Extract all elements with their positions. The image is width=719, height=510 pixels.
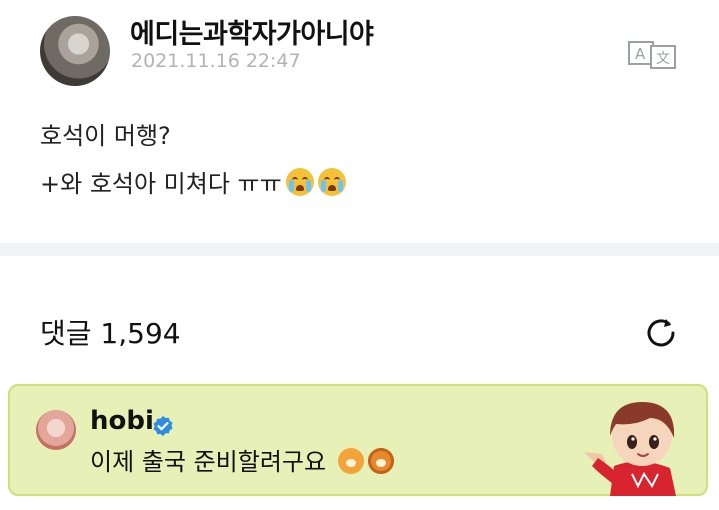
post-line-2: +와 호석아 미쳐다 ㅠㅠ — [40, 160, 346, 208]
tiger-emoji-icon — [337, 448, 364, 474]
crying-emoji-icon — [285, 168, 314, 196]
author-name[interactable]: 에디는과학자가아니야 — [130, 12, 374, 51]
translate-icon[interactable]: A 文 — [627, 38, 677, 70]
banner-message: 이제 출국 준비할려구요 — [90, 442, 394, 477]
star-comment-banner[interactable]: hobi 이제 출국 준비할려구요 — [8, 384, 708, 496]
post-body: 호석이 머행? +와 호석아 미쳐다 ㅠㅠ — [40, 112, 346, 208]
post-line-1: 호석이 머행? — [40, 122, 171, 150]
hobi-avatar[interactable] — [36, 410, 76, 450]
post-timestamp: 2021.11.16 22:47 — [131, 50, 301, 72]
author-avatar[interactable] — [40, 16, 110, 86]
verified-badge-icon — [153, 416, 173, 436]
section-divider — [0, 243, 719, 256]
crying-emoji-icon — [317, 168, 346, 196]
comments-count: 댓글 1,594 — [40, 317, 181, 350]
banner-message-text: 이제 출국 준비할려구요 — [90, 448, 327, 476]
svg-text:文: 文 — [656, 51, 670, 67]
post-line-2-text: +와 호석아 미쳐다 ㅠㅠ — [40, 170, 282, 198]
character-illustration-icon — [584, 402, 676, 496]
hobi-name[interactable]: hobi — [90, 406, 154, 436]
lion-emoji-icon — [367, 448, 394, 474]
svg-text:A: A — [635, 45, 646, 63]
refresh-icon[interactable] — [642, 314, 680, 352]
